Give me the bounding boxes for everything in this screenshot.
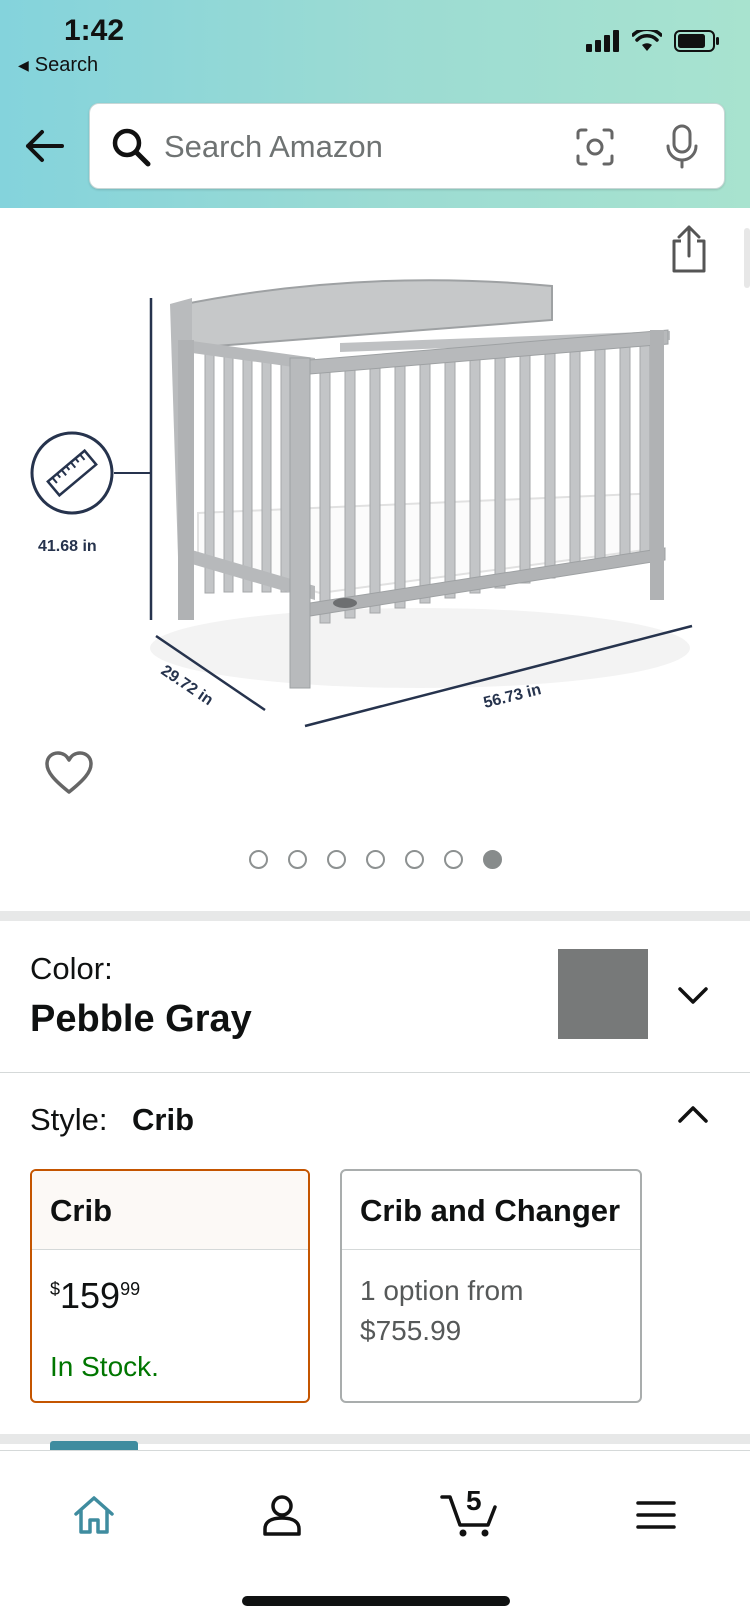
home-indicator [242,1596,510,1606]
offer-price: $755.99 [360,1315,462,1346]
status-icons [586,30,720,52]
price-whole: 159 [60,1275,121,1316]
tab-account[interactable] [252,1485,312,1545]
chevron-down-icon[interactable] [676,983,710,1007]
style-option-crib-and-changer[interactable]: Crib and Changer 1 option from $755.99 [340,1169,642,1403]
pagination-dot[interactable] [248,850,268,869]
color-label: Color: [30,951,113,986]
pagination-dot[interactable] [326,850,346,869]
product-image-gallery[interactable]: 41.68 in 29.72 in 56.73 in [0,208,750,908]
crib-product-image: 41.68 in 29.72 in 56.73 in [30,279,693,728]
style-option-crib[interactable]: Crib $ 159 99 In Stock. [30,1169,310,1403]
pagination-dot-active[interactable] [482,850,502,869]
active-tab-indicator [50,1441,138,1450]
color-value: Pebble Gray [30,998,252,1040]
pagination-dot[interactable] [404,850,424,869]
style-value: Crib [132,1102,194,1137]
search-icon [112,128,151,167]
color-selector[interactable]: Color: Pebble Gray [0,921,750,1073]
back-arrow-icon[interactable] [22,124,66,168]
status-back-to-search[interactable]: ◀ Search [18,54,98,77]
wifi-icon [632,30,662,51]
home-icon [74,1496,114,1534]
height-dimension-label: 41.68 in [38,538,97,555]
status-back-label: Search [34,54,99,76]
price-fraction: 99 [120,1279,141,1299]
tab-menu[interactable] [626,1485,686,1545]
app-header: 1:42 ◀ Search [0,0,750,208]
tab-home[interactable] [64,1485,124,1545]
hamburger-menu-icon [636,1501,676,1529]
signal-icon [586,30,619,52]
price-symbol: $ [50,1279,61,1299]
back-triangle-icon: ◀ [18,57,29,73]
pagination-dot[interactable] [287,850,307,869]
style-option-title: Crib [32,1171,308,1250]
pagination-dot[interactable] [443,850,463,869]
scroll-indicator [744,228,750,288]
image-pagination-dots [0,850,750,869]
availability-status: In Stock. [50,1351,159,1382]
heart-icon[interactable] [44,750,94,796]
pagination-dot[interactable] [365,850,385,869]
chevron-up-icon[interactable] [676,1102,710,1126]
person-icon [263,1495,301,1536]
battery-icon [674,30,719,52]
style-option-title: Crib and Changer [342,1171,640,1250]
color-swatch[interactable] [558,949,648,1039]
offer-line: 1 option from [360,1275,524,1306]
search-bar[interactable] [89,103,725,189]
style-label: Style: [30,1102,108,1137]
cart-count-badge: 5 [466,1485,482,1516]
search-input[interactable] [164,124,544,170]
option-offer-text: 1 option from $755.99 [360,1271,523,1351]
status-time: 1:42 [64,14,125,47]
option-price: $ 159 99 [50,1275,140,1317]
camera-scan-icon[interactable] [574,126,616,168]
style-selector: Style: Crib Crib $ 159 99 In Stock. Crib… [0,1074,750,1434]
microphone-icon[interactable] [662,124,702,170]
section-divider [0,911,750,921]
